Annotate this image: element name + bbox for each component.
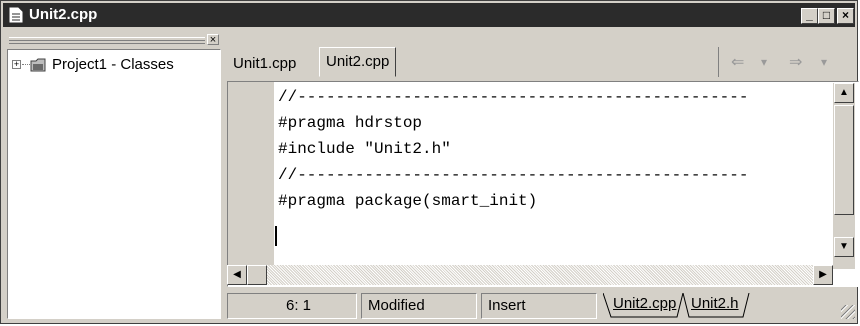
- tab-unit2-cpp-bottom[interactable]: Unit2.cpp: [613, 295, 676, 312]
- minimize-button[interactable]: _: [801, 8, 818, 24]
- title-bar[interactable]: Unit2.cpp _ □ ×: [3, 3, 855, 27]
- vertical-scrollbar[interactable]: ▲ ▼: [833, 83, 855, 269]
- code-line: #include "Unit2.h": [278, 140, 451, 158]
- editor-gutter[interactable]: [228, 82, 275, 266]
- code-text[interactable]: //--------------------------------------…: [278, 84, 838, 264]
- code-line: //--------------------------------------…: [278, 88, 749, 106]
- text-caret: [275, 226, 277, 246]
- class-explorer-panel: × + Project1 - Classes: [5, 31, 223, 321]
- tab-unit2-cpp[interactable]: Unit2.cpp: [319, 47, 397, 77]
- panel-close-button[interactable]: ×: [207, 34, 219, 46]
- tab-unit2-h-bottom[interactable]: Unit2.h: [691, 295, 739, 312]
- code-line: #pragma package(smart_init): [278, 192, 538, 210]
- code-line: //--------------------------------------…: [278, 166, 749, 184]
- tree-item-label: Project1 - Classes: [52, 56, 174, 73]
- forward-dropdown-icon[interactable]: ▾: [821, 55, 827, 69]
- editor-tab-bar: Unit1.cpp Unit2.cpp ⇐ ▾ ⇒ ▾: [227, 45, 857, 79]
- vertical-scroll-thumb[interactable]: [834, 105, 854, 215]
- back-arrow-icon[interactable]: ⇐: [731, 52, 744, 72]
- scroll-left-button[interactable]: ◀: [227, 265, 247, 285]
- folder-icon: [30, 58, 46, 72]
- scroll-up-button[interactable]: ▲: [834, 83, 854, 103]
- tab-unit1-cpp[interactable]: Unit1.cpp: [227, 51, 302, 77]
- forward-arrow-icon[interactable]: ⇒: [789, 52, 802, 72]
- maximize-button[interactable]: □: [818, 8, 835, 24]
- insert-mode-status: Insert: [481, 293, 597, 319]
- modified-status: Modified: [361, 293, 477, 319]
- expand-icon[interactable]: +: [12, 60, 21, 69]
- scroll-right-button[interactable]: ▶: [813, 265, 833, 285]
- cursor-position: 6: 1: [227, 293, 357, 319]
- navigation-buttons: ⇐ ▾ ⇒ ▾: [718, 47, 853, 77]
- code-editor[interactable]: //--------------------------------------…: [227, 81, 859, 287]
- horizontal-scroll-thumb[interactable]: [247, 265, 267, 285]
- close-button[interactable]: ×: [837, 8, 854, 24]
- document-icon: [9, 7, 23, 23]
- class-tree: + Project1 - Classes: [7, 49, 221, 319]
- resize-grip[interactable]: [841, 305, 855, 319]
- panel-header[interactable]: ×: [5, 31, 223, 47]
- scroll-down-button[interactable]: ▼: [834, 237, 854, 257]
- code-line: #pragma hdrstop: [278, 114, 423, 132]
- horizontal-scrollbar[interactable]: ◀ ▶: [227, 265, 833, 285]
- status-bar: 6: 1 Modified Insert Unit2.cpp Unit2.h: [227, 291, 857, 321]
- window-title: Unit2.cpp: [29, 6, 98, 23]
- editor-window: Unit2.cpp _ □ × × + Project1 - Classes U…: [0, 0, 859, 324]
- back-dropdown-icon[interactable]: ▾: [761, 55, 767, 69]
